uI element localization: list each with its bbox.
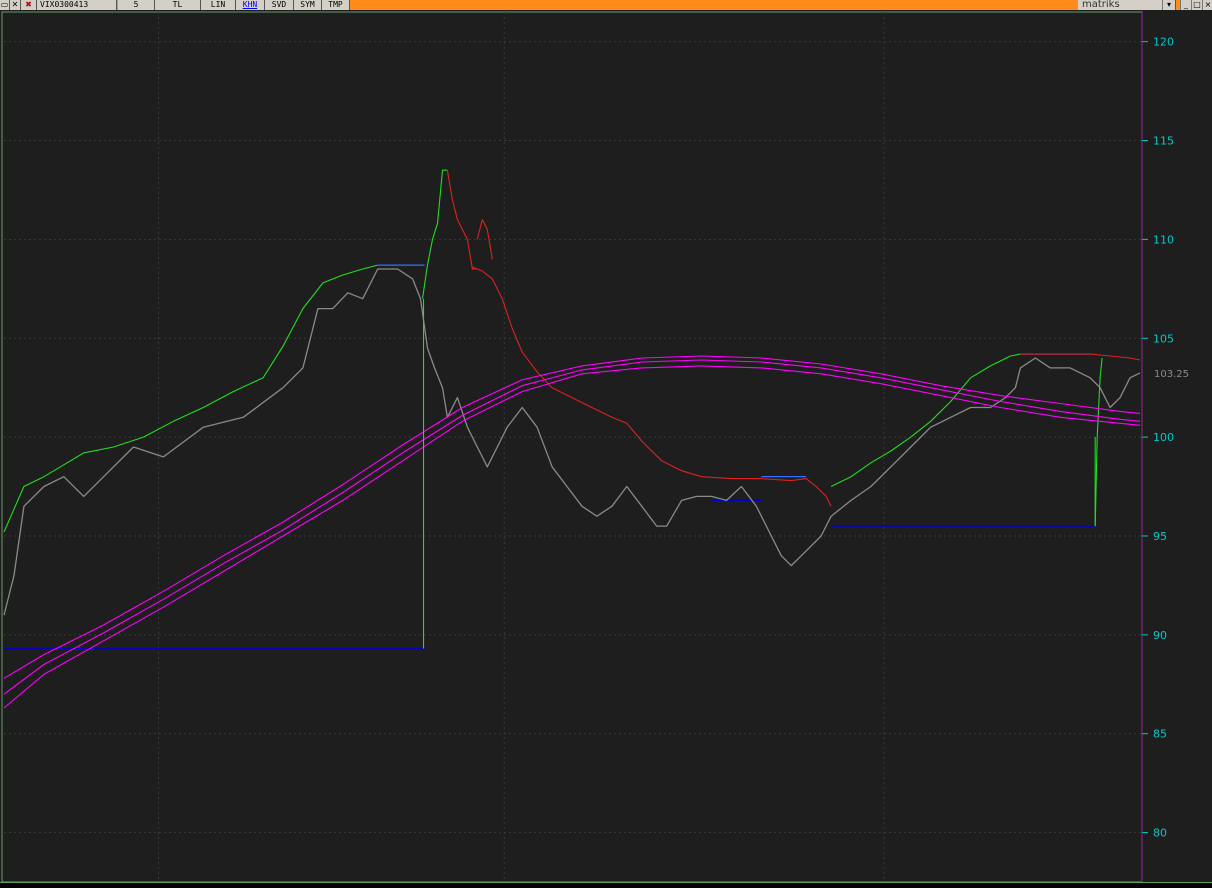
- y-tick-label: 110: [1153, 233, 1174, 246]
- y-tick-label: 100: [1153, 431, 1174, 444]
- trend-down-4-series: [551, 387, 832, 507]
- tmp-button[interactable]: TMP: [322, 0, 350, 10]
- trend-down-2-series: [472, 266, 553, 389]
- brand-logo: matriks: [1078, 0, 1162, 10]
- trend-up-2-series: [421, 169, 448, 299]
- close-chart-icon[interactable]: ✕: [10, 0, 21, 10]
- y-tick-label: 80: [1153, 827, 1167, 840]
- grid-layer: [1, 11, 1143, 882]
- last-price-label: 103.25: [1154, 369, 1189, 380]
- chart-type-icon[interactable]: ▭: [0, 0, 10, 10]
- y-tick-label: 115: [1153, 135, 1174, 148]
- tl-button[interactable]: TL: [155, 0, 201, 10]
- band-lower-series: [3, 365, 1141, 709]
- plot-frame: [1, 11, 1143, 882]
- y-tick-label: 105: [1153, 332, 1174, 345]
- y-axis: 120 115 110 105 100 95 90 85 80 103.25: [1141, 12, 1189, 882]
- period-field[interactable]: 5: [118, 0, 155, 10]
- series-layer: [3, 169, 1141, 709]
- price-chart[interactable]: 120 115 110 105 100 95 90 85 80 103.25: [0, 10, 1212, 882]
- chart-toolbar: ▭ ✕ ✖ VIX0300413 5 TL LIN KHN SVD SYM TM…: [0, 0, 1212, 10]
- y-tick-label: 90: [1153, 629, 1167, 642]
- restore-button[interactable]: □: [1191, 0, 1202, 10]
- trend-down-5-series: [1020, 353, 1141, 361]
- close-button[interactable]: ×: [1202, 0, 1212, 10]
- khn-button[interactable]: KHN: [236, 0, 265, 10]
- dropdown-icon[interactable]: ▾: [1162, 0, 1176, 10]
- time-axis-strip: [0, 882, 1212, 888]
- minimize-button[interactable]: _: [1180, 0, 1191, 10]
- y-tick-label: 95: [1153, 530, 1167, 543]
- symbol-field[interactable]: VIX0300413: [37, 0, 117, 10]
- sym-button[interactable]: SYM: [294, 0, 322, 10]
- lin-button[interactable]: LIN: [201, 0, 236, 10]
- y-tick-label: 120: [1153, 36, 1174, 49]
- band-upper-series: [3, 355, 1141, 679]
- price-series: [3, 268, 1141, 616]
- y-tick-label: 85: [1153, 728, 1167, 741]
- svd-button[interactable]: SVD: [265, 0, 294, 10]
- band-mid-series: [3, 359, 1141, 695]
- trend-up-1-series: [3, 264, 378, 533]
- trend-down-1-series: [446, 170, 478, 270]
- symbol-flag-icon: ✖: [21, 0, 37, 10]
